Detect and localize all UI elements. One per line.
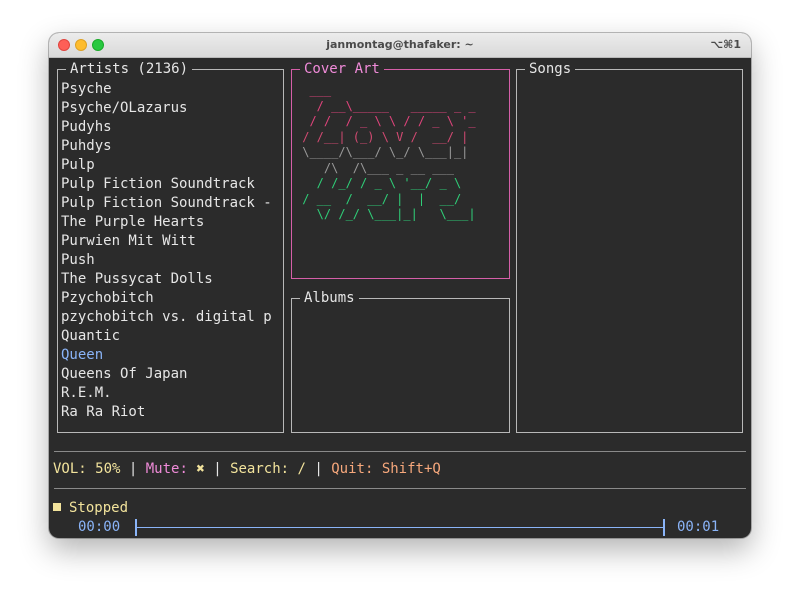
playback-state: Stopped	[53, 499, 128, 517]
cover-art-line: \____/\___/ \_/ \___|_|	[295, 145, 469, 159]
status-separator: |	[305, 461, 332, 477]
artist-list-item[interactable]: Purwien Mit Witt	[61, 232, 279, 251]
albums-panel[interactable]: Albums	[291, 289, 510, 433]
window-shortcut-label: ⌥⌘1	[710, 38, 741, 51]
cover-art-ascii: ___ / __\_____ _____ _ _ / / / _ \ \ / /…	[295, 83, 476, 223]
mute-label: Mute:	[145, 461, 197, 477]
artist-list-item[interactable]: Ra Ra Riot	[61, 403, 279, 422]
search-label: Search:	[230, 461, 298, 477]
artist-list-item[interactable]: Pulp Fiction Soundtrack -	[61, 194, 279, 213]
artist-list-item[interactable]: Push	[61, 251, 279, 270]
status-separator: |	[120, 461, 146, 477]
artist-list-item[interactable]: Queens Of Japan	[61, 365, 279, 384]
artist-list-item[interactable]: Queen	[61, 346, 279, 365]
terminal-content: Artists (2136) Psyche Psyche/OLazarus Pudy…	[49, 58, 751, 538]
artist-list-item[interactable]: Psyche/OLazarus	[61, 99, 279, 118]
artist-list-item[interactable]: Quantic	[61, 327, 279, 346]
search-key: /	[297, 461, 306, 477]
status-divider-bottom	[54, 488, 746, 489]
artists-panel[interactable]: Artists (2136) Psyche Psyche/OLazarus Pudy…	[57, 60, 284, 433]
artists-panel-title: Artists (2136)	[66, 60, 193, 78]
artist-list-item[interactable]: Pzychobitch	[61, 289, 279, 308]
quit-label: Quit:	[331, 461, 382, 477]
cover-art-line: / / / _ \ \ / / _ \ '_	[295, 114, 476, 128]
cover-art-line: ___	[295, 83, 332, 97]
volume-label: VOL:	[53, 461, 96, 477]
artist-list[interactable]: Psyche Psyche/OLazarus Pudyhs Puhdys Pulp Pul…	[61, 80, 279, 422]
cover-art-line: / __\_____ _____ _ _	[295, 98, 476, 113]
progress-end-cap	[663, 519, 665, 536]
terminal-window: janmontag@thafaker: ~ ⌥⌘1 Artists (2136)…	[49, 33, 751, 538]
status-bar: VOL: 50% | Mute: ✖ | Search: / | Quit: S…	[53, 460, 441, 478]
progress-bar[interactable]	[137, 527, 663, 528]
albums-panel-title: Albums	[300, 289, 359, 307]
cover-art-panel-title: Cover Art	[300, 60, 384, 78]
artist-list-item[interactable]: Pudyhs	[61, 118, 279, 137]
artist-list-item[interactable]: Psyche	[61, 80, 279, 99]
total-time: 00:01	[677, 519, 720, 535]
artist-list-item[interactable]: The Purple Hearts	[61, 213, 279, 232]
cover-art-line: / __ / __/ | | __/	[295, 191, 462, 206]
artist-list-item[interactable]: R.E.M.	[61, 384, 279, 403]
quit-key: Shift+Q	[381, 461, 441, 477]
cover-art-line: / /__| (_) \ V / __/ |	[295, 129, 469, 144]
stop-icon	[53, 503, 61, 511]
playback-state-label: Stopped	[69, 500, 129, 516]
elapsed-time: 00:00	[78, 519, 121, 535]
status-separator: |	[204, 461, 231, 477]
cover-art-line: \/ /_/ \___|_| \___|	[295, 207, 476, 221]
title-bar: janmontag@thafaker: ~ ⌥⌘1	[49, 33, 751, 58]
volume-value: 50%	[95, 461, 121, 477]
songs-panel-title: Songs	[525, 60, 576, 78]
mute-icon: ✖	[196, 461, 205, 477]
songs-panel[interactable]: Songs	[516, 60, 743, 433]
artist-list-item[interactable]: The Pussycat Dolls	[61, 270, 279, 289]
artist-list-item[interactable]: Pulp Fiction Soundtrack	[61, 175, 279, 194]
window-title: janmontag@thafaker: ~	[326, 38, 474, 51]
artist-list-item[interactable]: Pulp	[61, 156, 279, 175]
artist-list-item[interactable]: pzychobitch vs. digital p	[61, 308, 279, 327]
cover-art-panel: Cover Art ___ / __\_____ _____ _ _ / / /…	[291, 60, 510, 279]
status-divider-top	[54, 451, 746, 452]
artist-list-item[interactable]: Puhdys	[61, 137, 279, 156]
cover-art-line: /\ /\___ _ __ ___	[295, 160, 454, 175]
cover-art-line: / /_/ / _ \ '__/ _ \	[295, 176, 462, 190]
